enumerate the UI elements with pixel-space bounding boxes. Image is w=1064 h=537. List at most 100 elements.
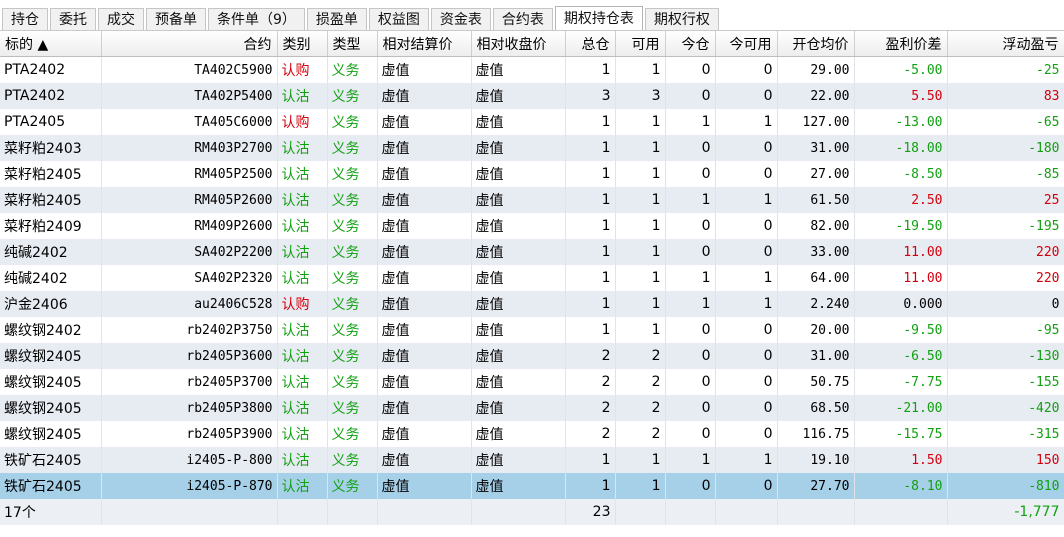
cell-float-pnl: 150 — [947, 447, 1064, 473]
table-row[interactable]: PTA2405 TA405C6000 认购 义务 虚值 虚值 1 1 1 1 127.00 -13.0… — [0, 109, 1064, 135]
cell-rel-close: 虚值 — [471, 317, 566, 343]
cell-open-avg: 33.00 — [777, 239, 855, 265]
column-header-total-pos[interactable]: 总仓 — [565, 31, 616, 57]
cell-contract: rb2405P3800 — [101, 395, 278, 421]
column-header-underlying[interactable]: 标的 ▲ — [0, 31, 102, 57]
table-row[interactable]: 螺纹钢2405 rb2405P3800 认沽 义务 虚值 虚值 2 2 0 0 68.50 -21.0… — [0, 395, 1064, 421]
cell-today-pos: 1 — [665, 187, 716, 213]
table-row[interactable]: 螺纹钢2405 rb2405P3900 认沽 义务 虚值 虚值 2 2 0 0 116.75 -15.… — [0, 421, 1064, 447]
cell-rel-settle: 虚值 — [377, 343, 472, 369]
tab-0[interactable]: 持仓 — [2, 8, 48, 30]
table-row[interactable]: PTA2402 TA402P5400 认沽 义务 虚值 虚值 3 3 0 0 22.00 5.50 83 — [0, 83, 1064, 109]
table-row[interactable]: 螺纹钢2405 rb2405P3600 认沽 义务 虚值 虚值 2 2 0 0 31.00 -6.50… — [0, 343, 1064, 369]
cell-today-pos: 0 — [665, 343, 716, 369]
table-row[interactable]: 沪金2406 au2406C528 认购 义务 虚值 虚值 1 1 1 1 2.240 0.000 0 — [0, 291, 1064, 317]
cell-rel-close: 虚值 — [471, 187, 566, 213]
tab-2[interactable]: 成交 — [98, 8, 144, 30]
cell-rel-settle: 虚值 — [377, 421, 472, 447]
cell-today-pos: 0 — [665, 213, 716, 239]
tab-9[interactable]: 期权持仓表 — [554, 6, 643, 30]
cell-open-avg: 68.50 — [777, 395, 855, 421]
cell-contract: rb2402P3750 — [101, 317, 278, 343]
table-row[interactable]: 菜籽粕2405 RM405P2600 认沽 义务 虚值 虚值 1 1 1 1 61.50 2.50 25 — [0, 187, 1064, 213]
column-header-rel-settle[interactable]: 相对结算价 — [377, 31, 472, 57]
table-row[interactable]: 螺纹钢2405 rb2405P3700 认沽 义务 虚值 虚值 2 2 0 0 50.75 -7.75… — [0, 369, 1064, 395]
column-header-profit-spread[interactable]: 盈利价差 — [854, 31, 948, 57]
cell-rel-close: 虚值 — [471, 343, 566, 369]
cell-total-pos: 1 — [565, 187, 616, 213]
table-row[interactable]: 纯碱2402 SA402P2200 认沽 义务 虚值 虚值 1 1 0 0 33.00 11.00 22… — [0, 239, 1064, 265]
cell-today-pos: 1 — [665, 265, 716, 291]
cell-float-pnl: 220 — [947, 265, 1064, 291]
cell-rel-settle: 虚值 — [377, 447, 472, 473]
column-header-contract[interactable]: 合约 — [101, 31, 278, 57]
cell-float-pnl: -315 — [947, 421, 1064, 447]
tab-4[interactable]: 条件单（9） — [208, 8, 305, 30]
cell-profit-spread: -18.00 — [854, 135, 948, 161]
tab-7[interactable]: 资金表 — [430, 8, 491, 30]
cell-today-avail: 0 — [715, 135, 778, 161]
table-row[interactable]: 菜籽粕2405 RM405P2500 认沽 义务 虚值 虚值 1 1 0 0 27.00 -8.50-… — [0, 161, 1064, 187]
table-row[interactable]: 铁矿石2405 i2405-P-870 认沽 义务 虚值 虚值 1 1 0 0 27.70 -8.10… — [0, 473, 1064, 499]
cell-contract: au2406C528 — [101, 291, 278, 317]
cell-contract: i2405-P-870 — [101, 473, 278, 499]
column-header-category[interactable]: 类别 — [277, 31, 328, 57]
cell-available: 2 — [615, 395, 666, 421]
cell-profit-spread: -21.00 — [854, 395, 948, 421]
table-row[interactable]: 螺纹钢2402 rb2402P3750 认沽 义务 虚值 虚值 1 1 0 0 20.00 -9.50… — [0, 317, 1064, 343]
tab-3[interactable]: 预备单 — [146, 8, 206, 30]
column-header-rel-close[interactable]: 相对收盘价 — [471, 31, 566, 57]
cell-type: 义务 — [327, 317, 378, 343]
tab-10[interactable]: 期权行权 — [644, 8, 719, 30]
table-row[interactable]: 纯碱2402 SA402P2320 认沽 义务 虚值 虚值 1 1 1 1 64.00 11.00 22… — [0, 265, 1064, 291]
table-row[interactable]: PTA2402 TA402C5900 认购 义务 虚值 虚值 1 1 0 0 29.00 -5.00-… — [0, 56, 1064, 83]
cell-underlying: 铁矿石2405 — [0, 447, 102, 473]
tab-8[interactable]: 合约表 — [492, 8, 553, 30]
table-row[interactable]: 铁矿石2405 i2405-P-800 认沽 义务 虚值 虚值 1 1 1 1 19.10 1.50 1… — [0, 447, 1064, 473]
cell-available: 1 — [615, 213, 666, 239]
cell-rel-settle: 虚值 — [377, 56, 472, 83]
cell-type: 义务 — [327, 291, 378, 317]
cell-today-pos: 0 — [665, 56, 716, 83]
cell-total-pos: 2 — [565, 421, 616, 447]
cell-today-avail: 0 — [715, 473, 778, 499]
column-header-type[interactable]: 类型 — [327, 31, 378, 57]
cell-total-pos: 1 — [565, 473, 616, 499]
column-header-float-pnl[interactable]: 浮动盈亏 — [947, 31, 1064, 57]
cell-type: 义务 — [327, 213, 378, 239]
cell-float-pnl: 0 — [947, 291, 1064, 317]
tab-5[interactable]: 损盈单 — [306, 8, 367, 30]
cell-type: 义务 — [327, 187, 378, 213]
cell-type: 义务 — [327, 109, 378, 135]
column-header-available[interactable]: 可用 — [615, 31, 666, 57]
cell-type: 义务 — [327, 83, 378, 109]
column-header-open-avg[interactable]: 开仓均价 — [777, 31, 855, 57]
cell-rel-settle: 虚值 — [377, 161, 472, 187]
cell-underlying: 螺纹钢2405 — [0, 395, 102, 421]
cell-today-avail: 0 — [715, 317, 778, 343]
cell-today-pos: 0 — [665, 135, 716, 161]
cell-contract: rb2405P3700 — [101, 369, 278, 395]
tab-6[interactable]: 权益图 — [368, 8, 429, 30]
column-header-today-avail[interactable]: 今可用 — [715, 31, 778, 57]
cell-available: 1 — [615, 473, 666, 499]
cell-category: 认沽 — [277, 265, 328, 291]
cell-contract: RM405P2500 — [101, 161, 278, 187]
table-header-row: 标的 ▲ 合约 类别 类型 相对结算价 相对收盘价 总仓 可用 今仓 今可用 开仓均价 盈利价差 浮动盈… — [0, 31, 1064, 57]
cell-today-avail: 0 — [715, 213, 778, 239]
table-row[interactable]: 菜籽粕2403 RM403P2700 认沽 义务 虚值 虚值 1 1 0 0 31.00 -18.00… — [0, 135, 1064, 161]
cell-profit-spread: 1.50 — [854, 447, 948, 473]
tab-1[interactable]: 委托 — [50, 8, 96, 30]
table-row[interactable]: 菜籽粕2409 RM409P2600 认沽 义务 虚值 虚值 1 1 0 0 82.00 -19.50… — [0, 213, 1064, 239]
cell-rel-close: 虚值 — [471, 56, 566, 83]
cell-today-avail: 1 — [715, 109, 778, 135]
cell-available: 1 — [615, 239, 666, 265]
column-header-today-pos[interactable]: 今仓 — [665, 31, 716, 57]
cell-rel-settle: 虚值 — [377, 369, 472, 395]
options-position-table: 标的 ▲ 合约 类别 类型 相对结算价 相对收盘价 总仓 可用 今仓 今可用 开仓均价 盈利价差 浮动盈… — [0, 31, 1064, 525]
cell-contract: RM409P2600 — [101, 213, 278, 239]
cell-open-avg: 31.00 — [777, 135, 855, 161]
tab-bar: 持仓 委托 成交 预备单 条件单（9） 损盈单 权益图 资金表 合约表 期权持仓表 期权行权 — [0, 0, 1064, 31]
cell-underlying: 螺纹钢2405 — [0, 343, 102, 369]
cell-available: 2 — [615, 421, 666, 447]
